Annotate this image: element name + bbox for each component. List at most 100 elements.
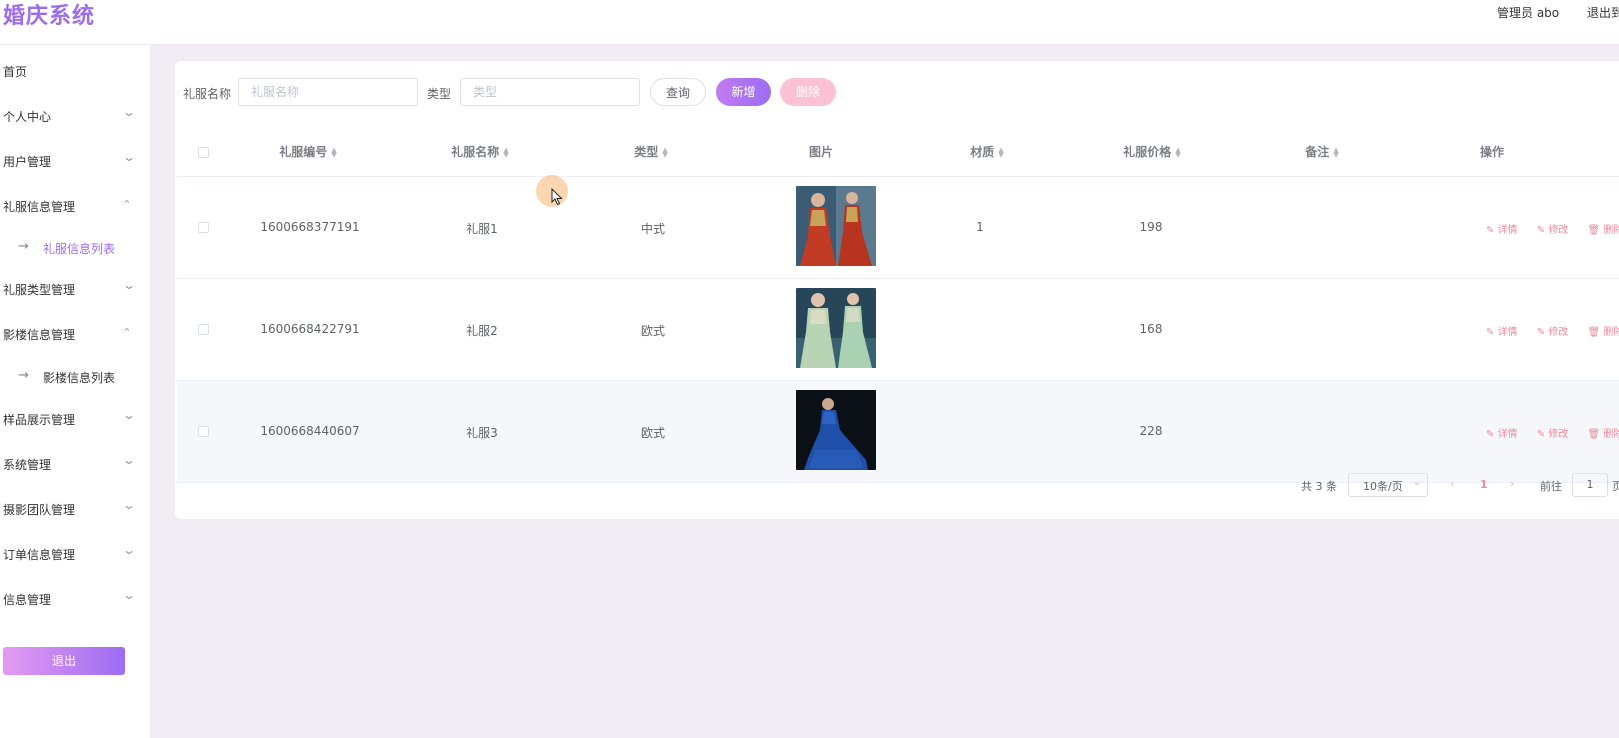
sort-icon[interactable]: ▲ ▼ <box>331 146 336 158</box>
sidebar-item-system[interactable]: 系统管理 ⌄ <box>0 445 150 485</box>
row-checkbox[interactable] <box>198 324 209 335</box>
sidebar-item-label: 礼服信息管理 <box>3 200 76 214</box>
edit-link[interactable]: ✎ 修改 <box>1537 429 1577 440</box>
sidebar-item-label: 首页 <box>3 65 28 79</box>
dress-id-cell: 1600668422791 <box>260 322 360 336</box>
sidebar-item-personal-center[interactable]: 个人中心 ⌄ <box>0 97 150 137</box>
sidebar-item-label: 礼服类型管理 <box>3 283 76 297</box>
query-button[interactable]: 查询 <box>650 78 706 106</box>
column-header-label: 操作 <box>1479 145 1505 159</box>
sidebar-item-studio-info[interactable]: 影楼信息管理 ˆ <box>0 315 150 355</box>
edit-link[interactable]: ✎ 修改 <box>1537 327 1577 338</box>
next-page-icon[interactable]: › <box>1510 477 1514 490</box>
row-actions: ✎ 详情 ✎ 修改 🗑 删除 <box>1486 323 1619 338</box>
prev-page-icon[interactable]: ‹ <box>1450 477 1454 490</box>
column-header-material[interactable]: 材质 ▲ ▼ <box>970 143 1003 160</box>
chevron-up-icon: ˆ <box>122 199 132 213</box>
column-header-id[interactable]: 礼服编号 ▲ ▼ <box>279 143 336 160</box>
delete-link[interactable]: 🗑 删除 <box>1588 429 1619 440</box>
column-header-note[interactable]: 备注 ▲ ▼ <box>1305 143 1338 160</box>
column-header-actions: 操作 <box>1480 143 1504 160</box>
column-header-label: 礼服编号 <box>279 145 328 159</box>
sidebar-item-dress-info[interactable]: 礼服信息管理 ˆ <box>0 187 150 227</box>
sort-icon[interactable]: ▲ ▼ <box>1333 146 1338 158</box>
chevron-down-icon: ⌄ <box>121 150 137 164</box>
current-user: 管理员 abo <box>1497 6 1560 20</box>
top-bar: 婚庆系统 管理员 abo 退出到 <box>0 0 1619 45</box>
column-header-label: 备注 <box>1305 145 1330 159</box>
sidebar-item-dress-type[interactable]: 礼服类型管理 ⌄ <box>0 270 150 310</box>
table-row: 1600668440607 礼服3 欧式 228 ✎ 详情 ✎ 修改 🗑 删除 <box>177 381 1619 483</box>
column-header-type[interactable]: 类型 ▲ ▼ <box>634 143 667 160</box>
chevron-up-icon: ˆ <box>122 327 132 341</box>
edit-label: 修改 <box>1548 429 1569 440</box>
price-cell: 168 <box>1139 322 1163 336</box>
sort-icon[interactable]: ▲ ▼ <box>503 146 508 158</box>
delete-link[interactable]: 🗑 删除 <box>1588 327 1619 338</box>
select-all-checkbox[interactable] <box>198 147 209 158</box>
page-size-value: 10条/页 <box>1363 480 1403 493</box>
sidebar-item-label: 影楼信息管理 <box>3 328 76 342</box>
detail-label: 详情 <box>1497 327 1518 338</box>
add-button[interactable]: 新增 <box>716 78 771 106</box>
type-label: 类型 <box>427 87 452 101</box>
sort-icon[interactable]: ▲ ▼ <box>662 146 667 158</box>
detail-link[interactable]: ✎ 详情 <box>1486 429 1526 440</box>
mouse-cursor-icon <box>551 188 563 206</box>
row-checkbox[interactable] <box>198 426 209 437</box>
edit-label: 修改 <box>1548 225 1569 236</box>
sidebar-item-sample-display[interactable]: 样品展示管理 ⌄ <box>0 400 150 440</box>
edit-link[interactable]: ✎ 修改 <box>1537 225 1577 236</box>
chevron-down-icon: ⌄ <box>121 588 137 602</box>
pagination-total: 共 3 条 <box>1301 480 1337 493</box>
detail-link[interactable]: ✎ 详情 <box>1486 225 1526 236</box>
page-size-select[interactable]: 10条/页 ⌄ <box>1348 473 1428 497</box>
sidebar-item-info[interactable]: 信息管理 ⌄ <box>0 580 150 620</box>
dress-image[interactable] <box>796 390 876 470</box>
table-header: 礼服编号 ▲ ▼ 礼服名称 ▲ ▼ 类型 ▲ ▼ 图片 材质 ▲ ▼ 礼服价格 ▲ ▼ 备注 ▲ ▼ 操… <box>177 127 1619 177</box>
sidebar-item-user-management[interactable]: 用户管理 ⌄ <box>0 142 150 182</box>
logout-link[interactable]: 退出到 <box>1587 4 1619 21</box>
delete-link[interactable]: 🗑 删除 <box>1588 225 1619 236</box>
app-title: 婚庆系统 <box>3 4 96 29</box>
dress-id-cell: 1600668440607 <box>260 424 360 438</box>
sidebar-item-label: 影楼信息列表 <box>43 371 116 385</box>
chevron-down-icon: ⌄ <box>121 408 137 422</box>
sort-icon[interactable]: ▲ ▼ <box>1175 146 1180 158</box>
dress-image[interactable] <box>796 186 876 266</box>
row-checkbox[interactable] <box>198 222 209 233</box>
sidebar-item-home[interactable]: 首页 <box>0 52 150 92</box>
main-panel: 礼服名称 类型 查询 新增 删除 礼服编号▲▼ 礼服名称▲▼ 类型▲▼ 图片 材… <box>175 61 1619 519</box>
chevron-down-icon: ⌄ <box>121 105 137 119</box>
chevron-down-icon: ⌄ <box>121 543 137 557</box>
delete-label: 删除 <box>1603 225 1619 236</box>
detail-label: 详情 <box>1497 429 1518 440</box>
sort-icon[interactable]: ▲ ▼ <box>998 146 1003 158</box>
dress-id-cell: 1600668377191 <box>260 220 360 234</box>
column-header-label: 类型 <box>634 145 659 159</box>
goto-page-input[interactable]: 1 <box>1572 473 1608 497</box>
delete-button[interactable]: 删除 <box>780 78 836 106</box>
sidebar-subitem-studio-list[interactable]: → 影楼信息列表 <box>0 359 150 395</box>
dress-name-input[interactable] <box>238 78 418 106</box>
goto-label: 前往 <box>1540 480 1562 493</box>
sidebar-logout-button[interactable]: 退出 <box>3 647 125 675</box>
chevron-down-icon: ⌄ <box>121 453 137 467</box>
page-number-current[interactable]: 1 <box>1480 478 1488 491</box>
column-header-label: 材质 <box>970 145 995 159</box>
column-header-price[interactable]: 礼服价格 ▲ ▼ <box>1123 143 1180 160</box>
dress-image[interactable] <box>796 288 876 368</box>
row-actions: ✎ 详情 ✎ 修改 🗑 删除 <box>1486 221 1619 236</box>
sidebar-subitem-dress-list[interactable]: → 礼服信息列表 <box>0 230 150 266</box>
row-actions: ✎ 详情 ✎ 修改 🗑 删除 <box>1486 425 1619 440</box>
sidebar-item-orders[interactable]: 订单信息管理 ⌄ <box>0 535 150 575</box>
material-cell: 1 <box>976 220 984 234</box>
dress-name-cell: 礼服3 <box>466 426 498 440</box>
sidebar-item-label: 样品展示管理 <box>3 413 76 427</box>
sidebar-item-label: 用户管理 <box>3 155 52 169</box>
type-input[interactable] <box>460 78 640 106</box>
detail-link[interactable]: ✎ 详情 <box>1486 327 1526 338</box>
sidebar-item-label: 个人中心 <box>3 110 52 124</box>
column-header-name[interactable]: 礼服名称 ▲ ▼ <box>451 143 508 160</box>
sidebar-item-photo-team[interactable]: 摄影团队管理 ⌄ <box>0 490 150 530</box>
